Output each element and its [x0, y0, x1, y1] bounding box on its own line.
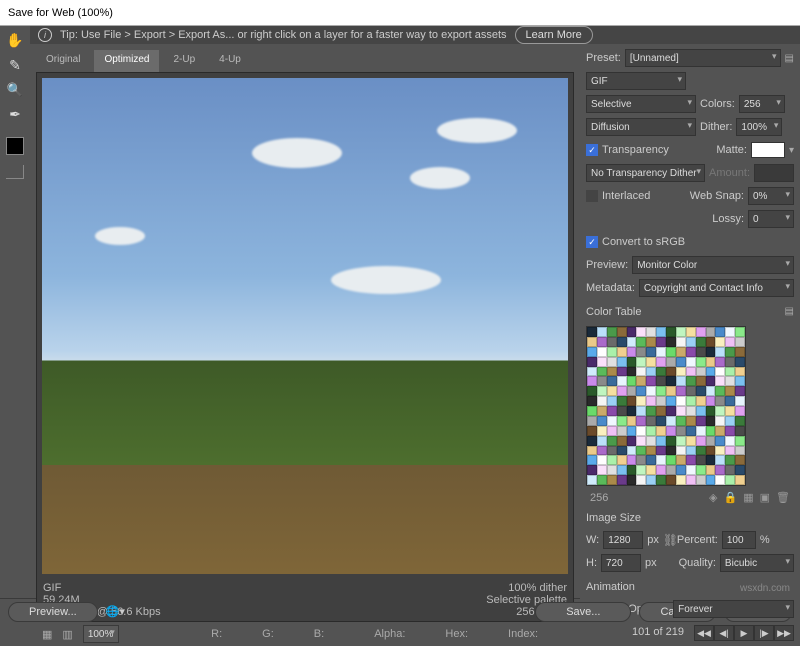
settings-panel: Preset: [Unnamed] ▤ GIF Selective Colors… — [580, 44, 800, 646]
tip-text: Tip: Use File > Export > Export As... or… — [60, 29, 507, 41]
titlebar: Save for Web (100%) — [0, 0, 800, 26]
preset-select[interactable]: [Unnamed] — [625, 49, 781, 67]
dither-select[interactable]: 100% — [736, 118, 782, 136]
ct-map-icon[interactable]: ▦ — [743, 491, 753, 504]
tool-strip: ✋ ✎ 🔍 ✒ — [0, 26, 30, 598]
amount-label: Amount: — [709, 167, 750, 179]
matte-dropdown-icon[interactable]: ▾ — [789, 145, 794, 156]
preview-label: Preview: — [586, 259, 628, 271]
metadata-label: Metadata: — [586, 282, 635, 294]
matte-swatch[interactable] — [751, 142, 785, 158]
tab-4up[interactable]: 4-Up — [209, 50, 251, 72]
format-select[interactable]: GIF — [586, 72, 686, 90]
play-button[interactable]: ▶ — [734, 625, 754, 641]
ct-lock-icon[interactable]: 🔒 — [724, 491, 738, 504]
width-input[interactable] — [603, 531, 643, 549]
lossy-select[interactable]: 0 — [748, 210, 794, 228]
last-frame-button[interactable]: ▶▶ — [774, 625, 794, 641]
frame-counter: 101 of 219 — [586, 626, 690, 638]
slice-tool-icon[interactable]: ✎ — [9, 57, 21, 74]
save-button[interactable]: Save... — [535, 602, 631, 622]
foreground-swatch[interactable] — [6, 137, 24, 155]
readout-hex: Hex: — [445, 628, 468, 640]
percent-input[interactable] — [722, 531, 756, 549]
slice-visibility-icon[interactable] — [6, 165, 24, 179]
readout-alpha: Alpha: — [374, 628, 405, 640]
srgb-label: Convert to sRGB — [602, 236, 685, 248]
hand-tool-icon[interactable]: ✋ — [6, 32, 23, 49]
tab-original[interactable]: Original — [36, 50, 90, 72]
link-icon[interactable]: ⛓ — [663, 533, 673, 547]
quality-select[interactable]: Bicubic — [720, 554, 794, 572]
interlaced-checkbox[interactable]: ✓ — [586, 190, 598, 202]
colors-label: Colors: — [700, 98, 735, 110]
prev-frame-button[interactable]: ◀| — [714, 625, 734, 641]
learn-more-button[interactable]: Learn More — [515, 26, 593, 44]
ct-new-icon[interactable]: ▣ — [760, 491, 770, 504]
colors-select[interactable]: 256 — [739, 95, 785, 113]
zoom-select[interactable]: 100% — [83, 625, 119, 643]
amount-input — [754, 164, 794, 182]
tab-optimized[interactable]: Optimized — [94, 50, 159, 72]
preview-menu-icon[interactable]: ▦ — [42, 628, 52, 641]
interlaced-label: Interlaced — [602, 190, 650, 202]
reduction-select[interactable]: Selective — [586, 95, 696, 113]
readout-index: Index: — [508, 628, 538, 640]
color-table[interactable] — [586, 326, 746, 486]
readout-b: B: — [314, 628, 324, 640]
preview-image[interactable] — [42, 78, 568, 574]
zoom-tool-icon[interactable]: 🔍 — [7, 82, 23, 98]
metadata-select[interactable]: Copyright and Contact Info — [639, 279, 794, 297]
lossy-label: Lossy: — [712, 213, 744, 225]
transparency-checkbox[interactable]: ✓ — [586, 144, 598, 156]
tip-bar: i Tip: Use File > Export > Export As... … — [30, 26, 800, 44]
readout-g: G: — [262, 628, 274, 640]
eyedropper-tool-icon[interactable]: ✒ — [9, 106, 21, 123]
matte-label: Matte: — [716, 144, 747, 156]
trans-dither-select[interactable]: No Transparency Dither — [586, 164, 705, 182]
ct-delete-icon[interactable]: 🗑 — [776, 491, 790, 504]
preview-tabs: Original Optimized 2-Up 4-Up — [36, 50, 574, 72]
width-label: W: — [586, 534, 599, 546]
colortable-menu-icon[interactable]: ▤ — [785, 306, 794, 317]
websnap-label: Web Snap: — [690, 190, 744, 202]
height-input[interactable] — [601, 554, 641, 572]
height-label: H: — [586, 557, 597, 569]
imagesize-label: Image Size — [586, 512, 641, 524]
quality-label: Quality: — [679, 557, 716, 569]
first-frame-button[interactable]: ◀◀ — [694, 625, 714, 641]
preset-label: Preset: — [586, 52, 621, 64]
next-frame-button[interactable]: |▶ — [754, 625, 774, 641]
websnap-select[interactable]: 0% — [748, 187, 794, 205]
preview-panel: GIF 59.24M 10976 sec @ 56.6 Kbps 100% di… — [36, 72, 574, 622]
colortable-count: 256 — [590, 492, 608, 504]
preview-select[interactable]: Monitor Color — [632, 256, 794, 274]
stat-format: GIF — [43, 582, 161, 594]
srgb-checkbox[interactable]: ✓ — [586, 236, 598, 248]
preview-menu2-icon[interactable]: ▥ — [62, 628, 72, 641]
dither-label: Dither: — [700, 121, 732, 133]
loop-select[interactable]: Forever — [673, 600, 794, 618]
info-icon: i — [38, 28, 52, 42]
percent-label: Percent: — [677, 534, 718, 546]
animation-label: Animation — [586, 581, 635, 593]
browser-menu-icon[interactable]: 🌐▾ — [106, 605, 125, 618]
transparency-label: Transparency — [602, 144, 669, 156]
preview-button[interactable]: Preview... — [8, 602, 98, 622]
colortable-label: Color Table — [586, 306, 641, 318]
preset-menu-icon[interactable]: ▤ — [785, 53, 794, 64]
stat-dither: 100% dither — [486, 582, 567, 594]
tab-2up[interactable]: 2-Up — [163, 50, 205, 72]
ct-sort-icon[interactable]: ◈ — [709, 491, 717, 504]
readout-r: R: — [211, 628, 222, 640]
dither-method-select[interactable]: Diffusion — [586, 118, 696, 136]
